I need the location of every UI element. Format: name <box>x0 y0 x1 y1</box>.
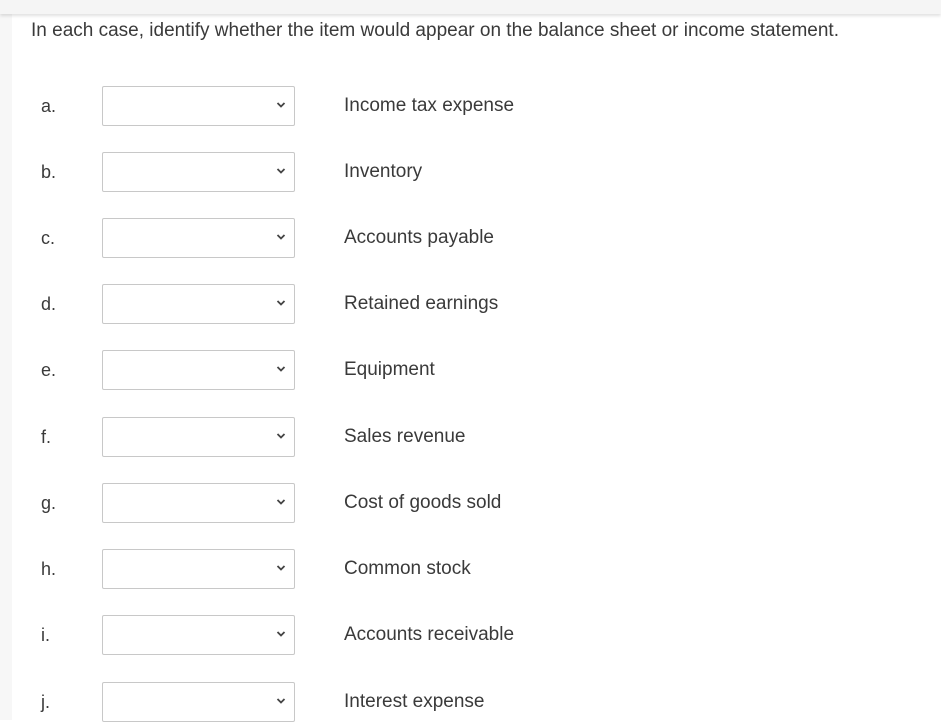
classification-dropdown[interactable] <box>102 549 295 589</box>
classification-dropdown[interactable] <box>102 152 295 192</box>
item-letter: i. <box>41 625 50 645</box>
top-bar <box>0 0 941 14</box>
classification-dropdown[interactable] <box>102 284 295 324</box>
item-letter: e. <box>41 360 57 380</box>
chevron-down-icon <box>276 499 286 505</box>
item-letter: a. <box>41 96 57 116</box>
list-item: f. Sales revenue <box>0 417 941 459</box>
chevron-down-icon <box>276 102 286 108</box>
item-label: Cost of goods sold <box>344 492 502 513</box>
list-item: j. Interest expense <box>0 682 941 724</box>
item-letter: g. <box>41 493 57 513</box>
item-label: Accounts receivable <box>344 624 515 645</box>
classification-dropdown[interactable] <box>102 615 295 655</box>
item-label: Retained earnings <box>344 293 499 314</box>
item-label: Sales revenue <box>344 426 466 447</box>
item-letter: b. <box>41 162 57 182</box>
classification-dropdown[interactable] <box>102 483 295 523</box>
list-item: c. Accounts payable <box>0 218 941 260</box>
list-item: b. Inventory <box>0 152 941 194</box>
chevron-down-icon <box>276 168 286 174</box>
classification-dropdown[interactable] <box>102 417 295 457</box>
chevron-down-icon <box>276 433 286 439</box>
item-label: Equipment <box>344 359 435 380</box>
classification-dropdown[interactable] <box>102 218 295 258</box>
item-label: Inventory <box>344 161 423 182</box>
list-item: h. Common stock <box>0 549 941 591</box>
list-item: g. Cost of goods sold <box>0 483 941 525</box>
classification-dropdown[interactable] <box>102 350 295 390</box>
chevron-down-icon <box>276 300 286 306</box>
list-item: i. Accounts receivable <box>0 615 941 657</box>
chevron-down-icon <box>276 565 286 571</box>
list-item: a. Income tax expense <box>0 86 941 128</box>
item-letter: d. <box>41 294 57 314</box>
item-label: Income tax expense <box>344 95 515 116</box>
chevron-down-icon <box>276 234 286 240</box>
classification-dropdown[interactable] <box>102 86 295 126</box>
item-letter: h. <box>41 559 57 579</box>
list-item: d. Retained earnings <box>0 284 941 326</box>
chevron-down-icon <box>276 366 286 372</box>
item-letter: c. <box>41 228 56 248</box>
chevron-down-icon <box>276 631 286 637</box>
list-item: e. Equipment <box>0 350 941 392</box>
chevron-down-icon <box>276 698 286 704</box>
item-letter: f. <box>41 427 52 447</box>
question-prompt: In each case, identify whether the item … <box>31 20 839 41</box>
item-label: Common stock <box>344 558 471 579</box>
item-label: Interest expense <box>344 691 485 712</box>
item-letter: j. <box>41 692 50 712</box>
classification-dropdown[interactable] <box>102 682 295 722</box>
item-label: Accounts payable <box>344 227 494 248</box>
